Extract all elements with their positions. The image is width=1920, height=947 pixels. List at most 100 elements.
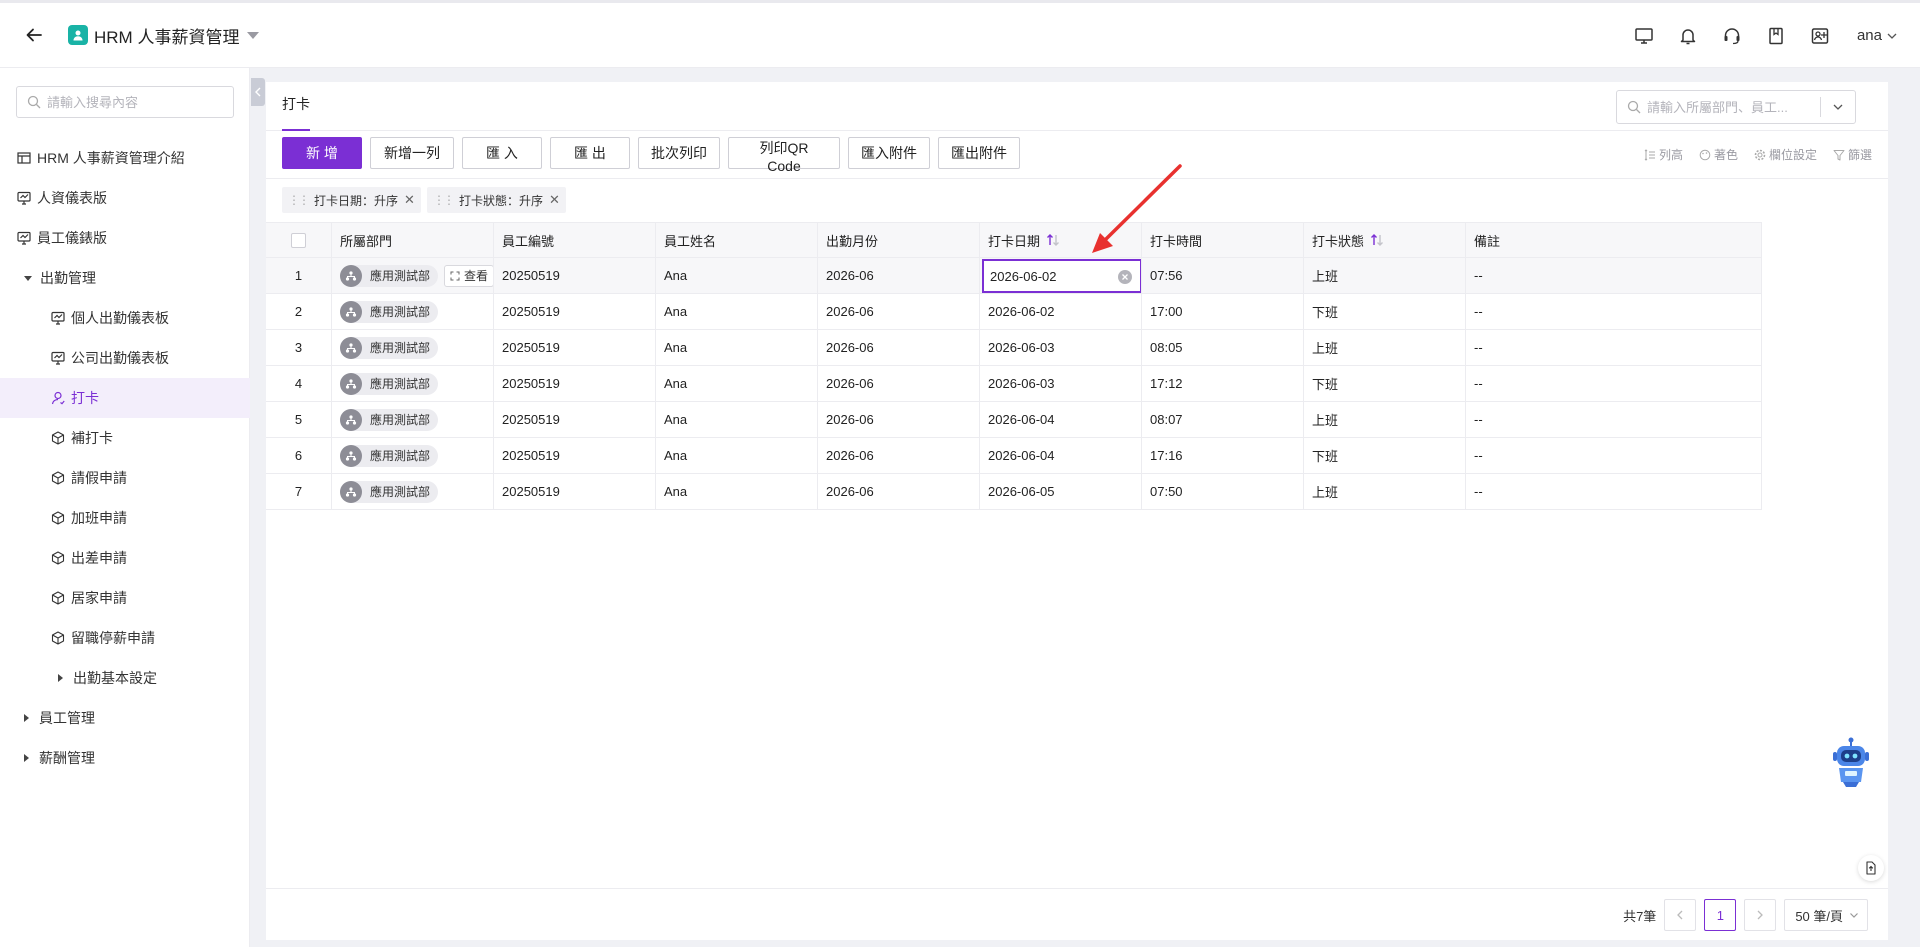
attendance-month-cell[interactable]: 2026-06 [818,438,980,473]
table-row[interactable]: 3 應用測試部 20250519 Ana 2026-06 2026-06-03 … [266,330,1762,366]
employee-no-cell[interactable]: 20250519 [494,402,656,437]
attendance-month-cell[interactable]: 2026-06 [818,366,980,401]
department-cell[interactable]: 應用測試部 [332,330,494,365]
import-attachment-button[interactable]: 匯入附件 [848,137,930,169]
sort-chip-clock-status[interactable]: ⋮⋮ 打卡狀態：升序 ✕ [427,187,566,213]
employee-name-cell[interactable]: Ana [656,366,818,401]
clock-status-cell[interactable]: 上班 [1304,402,1466,437]
employee-no-cell[interactable]: 20250519 [494,330,656,365]
clock-status-cell[interactable]: 上班 [1304,330,1466,365]
view-record-button[interactable]: 查看 [444,264,493,287]
note-cell[interactable]: -- [1466,258,1762,293]
sort-ascending-icon[interactable] [1046,234,1060,246]
add-row-button[interactable]: 新增一列 [370,137,454,169]
department-cell[interactable]: 應用測試部 [332,438,494,473]
clock-status-cell[interactable]: 上班 [1304,474,1466,509]
employee-name-cell[interactable]: Ana [656,474,818,509]
sidebar-item-personal-attendance-dashboard[interactable]: 個人出勤儀表板 [0,298,250,338]
back-arrow-icon[interactable] [22,23,46,47]
select-all-checkbox[interactable] [291,232,306,248]
table-row[interactable]: 7 應用測試部 20250519 Ana 2026-06 2026-06-05 … [266,474,1762,510]
sidebar-item-employee-dashboard[interactable]: 員工儀錶版 [0,218,250,258]
filter-tool[interactable]: 篩選 [1833,146,1872,163]
clock-time-cell[interactable]: 08:05 [1142,330,1304,365]
department-cell[interactable]: 應用測試部 [332,366,494,401]
table-row[interactable]: 6 應用測試部 20250519 Ana 2026-06 2026-06-04 … [266,438,1762,474]
chevron-down-icon[interactable] [1829,98,1847,116]
table-row[interactable]: 1 應用測試部 查看 20250519 Ana 2026-06 2026-06-… [266,258,1762,294]
employee-name-cell[interactable]: Ana [656,438,818,473]
column-header-clock-status[interactable]: 打卡狀態 [1304,223,1466,257]
sidebar-item-unpaid-leave-request[interactable]: 留職停薪申請 [0,618,250,658]
clock-status-cell[interactable]: 上班 [1304,258,1466,293]
prev-page-button[interactable] [1664,899,1697,931]
assistant-robot-icon[interactable] [1828,737,1874,789]
clock-date-cell[interactable]: 2026-06-04 [980,402,1142,437]
clock-time-cell[interactable]: 17:12 [1142,366,1304,401]
clock-date-input[interactable] [990,268,1110,284]
record-search-input[interactable] [1647,99,1807,115]
clock-date-cell[interactable]: 2026-06-02 [980,294,1142,329]
close-icon[interactable]: ✕ [549,192,560,208]
employee-no-cell[interactable]: 20250519 [494,294,656,329]
export-button[interactable]: 匯 出 [550,137,630,169]
column-header-employee-no[interactable]: 員工編號 [494,223,656,257]
attendance-month-cell[interactable]: 2026-06 [818,258,980,293]
department-cell[interactable]: 應用測試部 查看 [332,258,494,293]
note-cell[interactable]: -- [1466,474,1762,509]
attendance-month-cell[interactable]: 2026-06 [818,402,980,437]
user-settings-icon[interactable] [1809,25,1831,47]
sidebar-item-hrm-intro[interactable]: HRM 人事薪資管理介紹 [0,138,250,178]
sidebar-item-business-trip-request[interactable]: 出差申請 [0,538,250,578]
export-attachment-button[interactable]: 匯出附件 [938,137,1020,169]
attendance-month-cell[interactable]: 2026-06 [818,474,980,509]
column-header-employee-name[interactable]: 員工姓名 [656,223,818,257]
close-icon[interactable]: ✕ [404,192,415,208]
column-header-clock-time[interactable]: 打卡時間 [1142,223,1304,257]
headset-icon[interactable] [1721,25,1743,47]
department-cell[interactable]: 應用測試部 [332,402,494,437]
clock-date-cell[interactable]: 2026-06-04 [980,438,1142,473]
sidebar-item-overtime-request[interactable]: 加班申請 [0,498,250,538]
table-row[interactable]: 2 應用測試部 20250519 Ana 2026-06 2026-06-02 … [266,294,1762,330]
sort-chip-clock-date[interactable]: ⋮⋮ 打卡日期：升序 ✕ [282,187,421,213]
employee-name-cell[interactable]: Ana [656,258,818,293]
employee-no-cell[interactable]: 20250519 [494,366,656,401]
field-settings-tool[interactable]: 欄位設定 [1754,146,1817,163]
book-icon[interactable] [1765,25,1787,47]
next-page-button[interactable] [1744,899,1777,931]
page-size-select[interactable]: 50 筆/頁 [1784,899,1868,931]
sidebar-item-leave-request[interactable]: 請假申請 [0,458,250,498]
department-cell[interactable]: 應用測試部 [332,474,494,509]
note-cell[interactable]: -- [1466,294,1762,329]
clock-time-cell[interactable]: 08:07 [1142,402,1304,437]
sidebar-group-attendance-settings[interactable]: 出勤基本設定 [0,658,250,698]
attendance-month-cell[interactable]: 2026-06 [818,294,980,329]
drag-handle-icon[interactable]: ⋮⋮ [288,193,310,207]
row-height-tool[interactable]: 列高 [1644,146,1683,163]
note-cell[interactable]: -- [1466,366,1762,401]
clock-time-cell[interactable]: 17:16 [1142,438,1304,473]
tab-clock-in[interactable]: 打卡 [282,82,310,131]
sidebar-group-payroll-management[interactable]: 薪酬管理 [0,738,250,778]
clock-status-cell[interactable]: 下班 [1304,438,1466,473]
sidebar-item-company-attendance-dashboard[interactable]: 公司出勤儀表板 [0,338,250,378]
sort-ascending-icon[interactable] [1370,234,1384,246]
column-header-department[interactable]: 所屬部門 [332,223,494,257]
clock-date-cell[interactable]: 2026-06-03 [980,330,1142,365]
drag-handle-icon[interactable]: ⋮⋮ [433,193,455,207]
table-row[interactable]: 5 應用測試部 20250519 Ana 2026-06 2026-06-04 … [266,402,1762,438]
clock-time-cell[interactable]: 17:00 [1142,294,1304,329]
clock-date-cell[interactable]: 2026-06-05 [980,474,1142,509]
clock-time-cell[interactable]: 07:50 [1142,474,1304,509]
print-qr-button[interactable]: 列印QR Code [728,137,840,174]
monitor-icon[interactable] [1633,25,1655,47]
sidebar-group-attendance[interactable]: 出勤管理 [0,258,250,298]
user-menu[interactable]: ana [1857,27,1898,44]
attendance-month-cell[interactable]: 2026-06 [818,330,980,365]
clear-icon[interactable] [1118,270,1132,284]
clock-status-cell[interactable]: 下班 [1304,294,1466,329]
add-button[interactable]: 新 增 [282,137,362,169]
page-1-button[interactable]: 1 [1704,899,1737,931]
employee-no-cell[interactable]: 20250519 [494,258,656,293]
